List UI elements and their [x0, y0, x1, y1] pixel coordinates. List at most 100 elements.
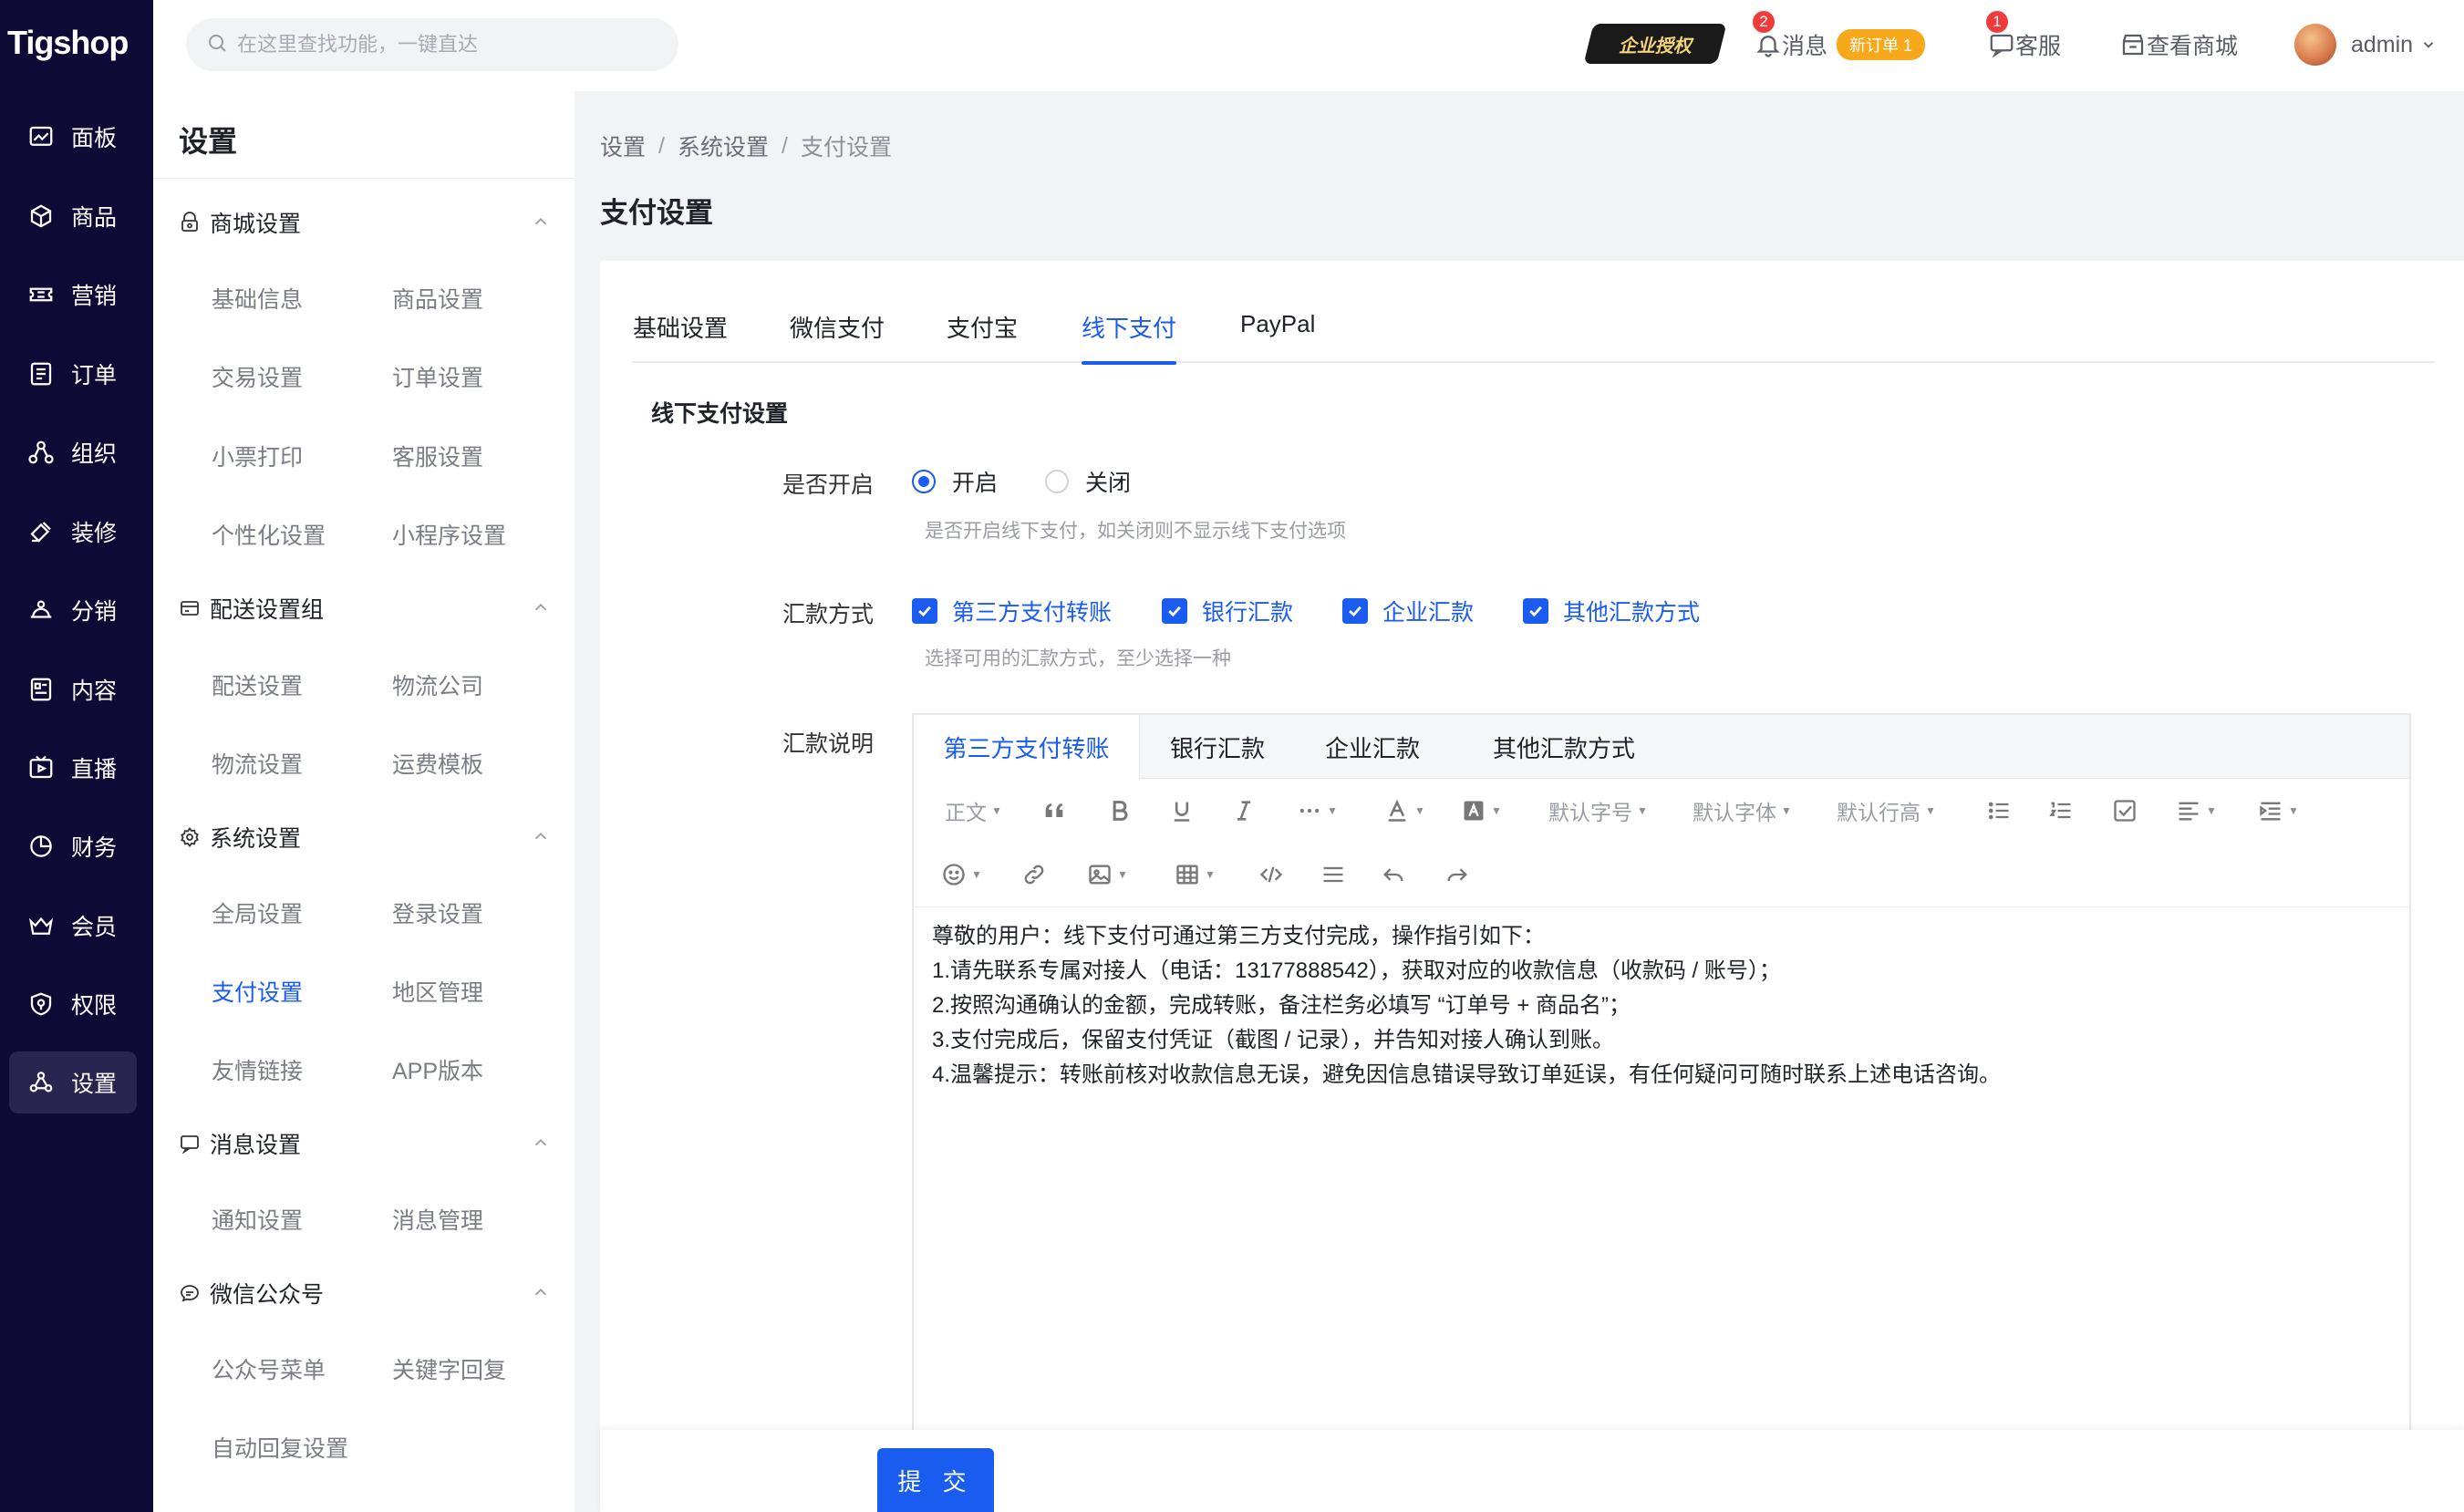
editor-toolbar-row-2: ▼ ▼ ▼ [914, 843, 2409, 906]
new-order-badge[interactable]: 新订单 1 [1837, 29, 1926, 60]
sidebar-item-official-menu[interactable]: 公众号菜单 [212, 1353, 326, 1384]
background-color-icon[interactable]: ▼ [1461, 795, 1502, 826]
nav-item-members[interactable]: 会员 [9, 895, 137, 957]
nav-item-distribution[interactable]: 分销 [9, 579, 137, 641]
service-count-badge: 1 [1986, 11, 2008, 33]
todo-list-icon[interactable] [2112, 795, 2138, 826]
checkbox-bank-transfer[interactable]: 银行汇款 [1162, 595, 1293, 627]
sidebar-item-login-settings[interactable]: 登录设置 [392, 897, 483, 928]
nav-item-settings[interactable]: 设置 [9, 1051, 137, 1113]
sidebar-item-shipping-template[interactable]: 运费模板 [392, 748, 483, 779]
line-height-dropdown[interactable]: 默认行高 ▼ [1837, 795, 1936, 826]
nav-item-finance[interactable]: 财务 [9, 815, 137, 877]
sidebar-item-auto-reply[interactable]: 自动回复设置 [212, 1432, 348, 1463]
nav-item-organization[interactable]: 组织 [9, 421, 137, 483]
editor-tab-enterprise[interactable]: 企业汇款 [1295, 715, 1450, 779]
sidebar-item-personalization[interactable]: 个性化设置 [212, 519, 326, 550]
sidebar-item-region-management[interactable]: 地区管理 [392, 976, 483, 1007]
font-size-dropdown[interactable]: 默认字号 ▼ [1548, 795, 1648, 826]
align-icon[interactable]: ▼ [2176, 795, 2217, 826]
radio-enable-off[interactable]: 关闭 [1045, 465, 1131, 498]
check-icon [1342, 598, 1368, 624]
tab-wechat-pay[interactable]: 微信支付 [790, 310, 885, 363]
breadcrumb-item[interactable]: 系统设置 [678, 129, 769, 162]
group-store-settings[interactable]: 商城设置 [179, 206, 562, 239]
quote-icon[interactable] [1041, 795, 1067, 826]
redo-icon[interactable] [1444, 859, 1470, 890]
checkbox-third-party-transfer[interactable]: 第三方支付转账 [912, 595, 1112, 627]
username: admin [2351, 31, 2414, 57]
sidebar-item-product-settings[interactable]: 商品设置 [392, 283, 483, 314]
numbered-list-icon[interactable] [2048, 795, 2074, 826]
nav-label: 面板 [71, 126, 118, 151]
nav-item-live[interactable]: 直播 [9, 737, 137, 799]
nav-item-permissions[interactable]: 权限 [9, 973, 137, 1035]
live-icon [26, 752, 57, 783]
divider-icon[interactable] [1320, 859, 1346, 890]
nav-item-products[interactable]: 商品 [9, 185, 137, 247]
code-icon[interactable] [1258, 859, 1284, 890]
nav-item-orders[interactable]: 订单 [9, 343, 137, 405]
editor-tab-other[interactable]: 其他汇款方式 [1450, 715, 1678, 779]
italic-icon[interactable] [1231, 795, 1257, 826]
more-icon[interactable]: ▼ [1297, 795, 1338, 826]
link-icon[interactable] [1021, 859, 1047, 890]
sidebar-item-notification-settings[interactable]: 通知设置 [212, 1204, 303, 1235]
table-icon[interactable]: ▼ [1175, 859, 1216, 890]
font-family-dropdown[interactable]: 默认字体 ▼ [1693, 795, 1792, 826]
sidebar-item-order-settings[interactable]: 订单设置 [392, 361, 483, 392]
bold-icon[interactable] [1107, 795, 1133, 826]
customer-service-button[interactable]: 1 客服 [1986, 11, 2061, 67]
tab-alipay[interactable]: 支付宝 [947, 310, 1018, 363]
group-system-settings[interactable]: 系统设置 [179, 821, 562, 854]
sidebar-item-message-management[interactable]: 消息管理 [392, 1204, 483, 1235]
sidebar-item-friendly-links[interactable]: 友情链接 [212, 1054, 303, 1085]
user-menu[interactable]: admin [2294, 22, 2437, 67]
radio-enable-on[interactable]: 开启 [912, 465, 998, 498]
breadcrumb-item[interactable]: 设置 [600, 129, 646, 162]
chevron-up-icon [531, 597, 551, 624]
undo-icon[interactable] [1381, 859, 1406, 890]
sidebar-item-basic-info[interactable]: 基础信息 [212, 283, 303, 314]
nav-item-dashboard[interactable]: 面板 [9, 106, 137, 168]
indent-icon[interactable]: ▼ [2258, 795, 2299, 826]
bullet-list-icon[interactable] [1986, 795, 2012, 826]
checkbox-other-transfer[interactable]: 其他汇款方式 [1523, 595, 1700, 627]
emoji-icon[interactable]: ▼ [941, 859, 982, 890]
sidebar-item-logistics-company[interactable]: 物流公司 [392, 669, 483, 700]
enterprise-license-badge[interactable]: 企业授权 [1583, 24, 1727, 64]
search-input[interactable] [237, 33, 657, 57]
editor-tab-bank[interactable]: 银行汇款 [1140, 715, 1295, 779]
group-delivery-settings[interactable]: 配送设置组 [179, 592, 562, 625]
sidebar-item-keyword-reply[interactable]: 关键字回复 [392, 1353, 506, 1384]
sidebar-item-receipt-print[interactable]: 小票打印 [212, 440, 303, 471]
nav-item-marketing[interactable]: 营销 [9, 264, 137, 326]
editor-content[interactable]: 尊敬的用户：线下支付可通过第三方支付完成，操作指引如下： 1.请先联系专属对接人… [932, 919, 2391, 1093]
underline-icon[interactable] [1169, 795, 1195, 826]
main-nav: Tigshop 面板 商品 营销 订单 组织 装修 分销 内容 直播 财务 会员… [0, 0, 153, 1512]
sidebar-item-app-version[interactable]: APP版本 [392, 1054, 483, 1085]
tab-paypal[interactable]: PayPal [1240, 310, 1315, 363]
editor-tab-third-party[interactable]: 第三方支付转账 [914, 715, 1140, 780]
messages-button[interactable]: 2 消息 新订单 1 [1753, 11, 1926, 67]
nav-item-decoration[interactable]: 装修 [9, 501, 137, 563]
sidebar-item-delivery-settings[interactable]: 配送设置 [212, 669, 303, 700]
tab-basic-settings[interactable]: 基础设置 [633, 310, 728, 363]
checkbox-enterprise-transfer[interactable]: 企业汇款 [1342, 595, 1474, 627]
group-message-settings[interactable]: 消息设置 [179, 1127, 562, 1160]
sidebar-item-logistics-settings[interactable]: 物流设置 [212, 748, 303, 779]
paragraph-dropdown[interactable]: 正文 ▼ [945, 795, 1002, 826]
sidebar-item-miniprogram[interactable]: 小程序设置 [392, 519, 506, 550]
group-wechat-official[interactable]: 微信公众号 [179, 1277, 562, 1310]
sidebar-item-trade-settings[interactable]: 交易设置 [212, 361, 303, 392]
nav-item-content[interactable]: 内容 [9, 658, 137, 720]
search-box[interactable] [186, 18, 678, 71]
submit-button[interactable]: 提 交 [877, 1448, 994, 1512]
tab-offline-pay[interactable]: 线下支付 [1082, 310, 1177, 365]
sidebar-item-payment-settings[interactable]: 支付设置 [212, 976, 303, 1007]
sidebar-item-global-settings[interactable]: 全局设置 [212, 897, 303, 928]
image-icon[interactable]: ▼ [1087, 859, 1128, 890]
font-color-icon[interactable]: ▼ [1384, 795, 1425, 826]
view-store-button[interactable]: 查看商城 [2119, 22, 2238, 67]
sidebar-item-service-settings[interactable]: 客服设置 [392, 440, 483, 471]
